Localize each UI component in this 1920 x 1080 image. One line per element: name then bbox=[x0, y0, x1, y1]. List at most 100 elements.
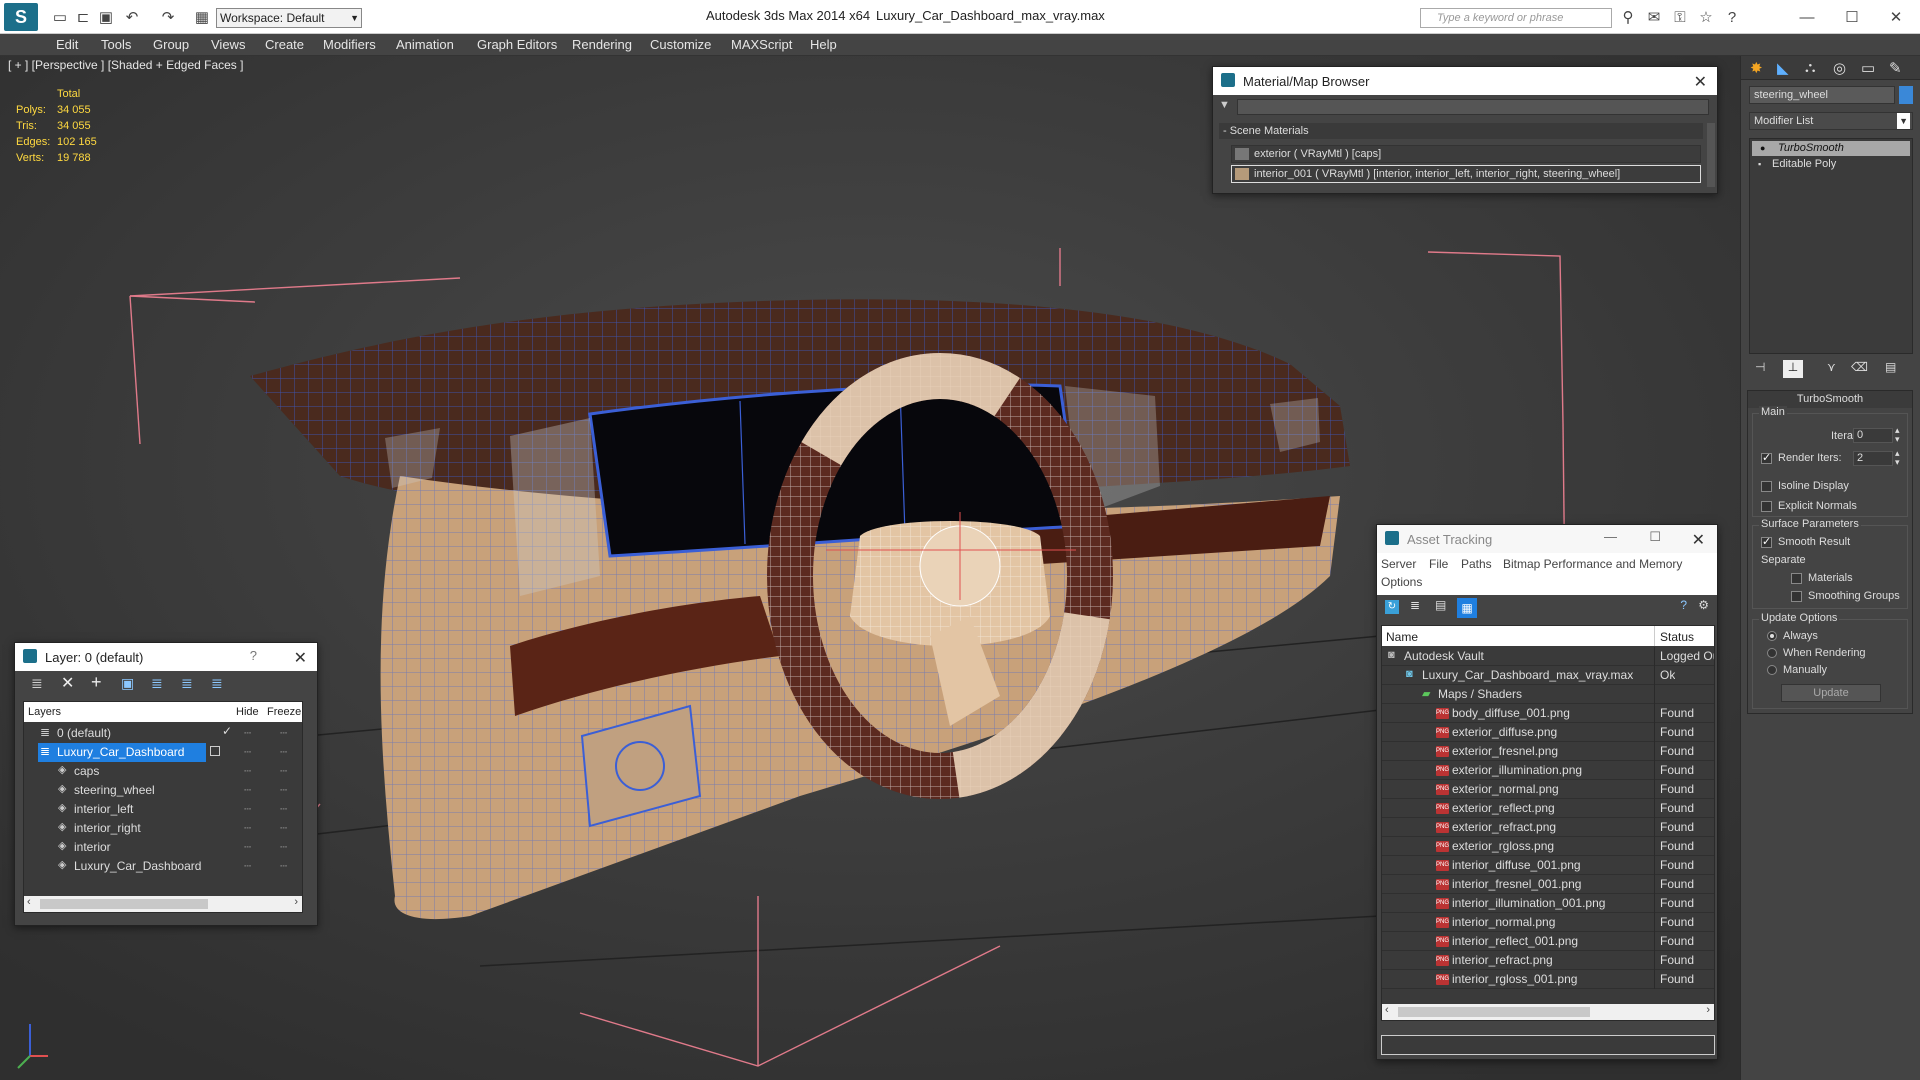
help-button[interactable]: ? bbox=[250, 648, 257, 663]
render-iters-spinner[interactable]: 2 bbox=[1853, 451, 1893, 466]
asset-row[interactable]: PNG interior_rgloss_001.png Found bbox=[1382, 970, 1714, 989]
filter-icon[interactable]: ▼ bbox=[1219, 99, 1230, 111]
isoline-checkbox[interactable]: Isoline Display bbox=[1761, 480, 1849, 492]
material-item[interactable]: exterior ( VRayMtl ) [caps] bbox=[1231, 145, 1701, 163]
maximize-icon[interactable]: ☐ bbox=[1842, 7, 1862, 27]
add-to-layer-icon[interactable]: + bbox=[91, 672, 102, 693]
close-icon[interactable]: ✕ bbox=[1692, 530, 1705, 550]
freeze-all-icon[interactable]: ≣ bbox=[211, 675, 223, 692]
asset-menu-server[interactable]: Server bbox=[1381, 557, 1416, 571]
freeze-toggle[interactable]: ┄ bbox=[280, 783, 287, 797]
save-icon[interactable]: ▣ bbox=[96, 7, 116, 27]
column-hide[interactable]: Hide bbox=[236, 706, 259, 718]
asset-row[interactable]: ▰ Maps / Shaders bbox=[1382, 685, 1714, 704]
scroll-right-icon[interactable]: › bbox=[1706, 1004, 1710, 1016]
asset-menu-options[interactable]: Options bbox=[1381, 575, 1422, 589]
layer-horizontal-scrollbar[interactable]: ‹ › bbox=[24, 896, 302, 912]
select-objects-icon[interactable]: ▣ bbox=[121, 675, 134, 692]
freeze-toggle[interactable]: ┄ bbox=[280, 764, 287, 778]
modify-tab-icon[interactable]: ◣ bbox=[1777, 59, 1789, 77]
menu-customize[interactable]: Customize bbox=[650, 37, 711, 52]
undo-icon[interactable]: ↶ bbox=[122, 7, 142, 27]
freeze-toggle[interactable]: ┄ bbox=[280, 859, 287, 873]
asset-row[interactable]: PNG exterior_fresnel.png Found bbox=[1382, 742, 1714, 761]
layer-object-row[interactable]: ◈ Luxury_Car_Dashboard ┄ ┄ bbox=[24, 857, 302, 876]
hide-toggle[interactable]: ┄ bbox=[244, 783, 251, 797]
settings-icon[interactable]: ⚙ bbox=[1698, 598, 1709, 612]
open-file-icon[interactable]: ⊏ bbox=[73, 7, 93, 27]
asset-row[interactable]: PNG exterior_refract.png Found bbox=[1382, 818, 1714, 837]
materials-checkbox[interactable]: Materials bbox=[1791, 572, 1853, 584]
layer-add-icon[interactable] bbox=[210, 746, 220, 756]
asset-row[interactable]: ◙ Luxury_Car_Dashboard_max_vray.max Ok bbox=[1382, 666, 1714, 685]
scene-materials-section[interactable]: - Scene Materials bbox=[1219, 123, 1703, 139]
always-radio[interactable]: Always bbox=[1767, 630, 1818, 642]
material-browser-titlebar[interactable]: Material/Map Browser ✕ bbox=[1213, 67, 1717, 95]
layer-object-row[interactable]: ◈ interior_right ┄ ┄ bbox=[24, 819, 302, 838]
create-layer-icon[interactable]: ≣ bbox=[31, 675, 43, 692]
smoothing-groups-checkbox[interactable]: Smoothing Groups bbox=[1791, 590, 1900, 602]
material-scrollbar[interactable] bbox=[1707, 123, 1715, 187]
freeze-toggle[interactable]: ┄ bbox=[280, 745, 287, 759]
asset-row[interactable]: PNG interior_refract.png Found bbox=[1382, 951, 1714, 970]
render-iters-checkbox[interactable]: Render Iters: bbox=[1761, 451, 1842, 464]
highlight-layer-icon[interactable]: ≣ bbox=[151, 675, 163, 692]
minimize-icon[interactable]: — bbox=[1797, 7, 1817, 27]
spinner-arrows-icon[interactable]: ▴ ▾ bbox=[1895, 449, 1900, 467]
modifier-list-dropdown[interactable]: Modifier List ▼ bbox=[1749, 112, 1913, 130]
menu-group[interactable]: Group bbox=[153, 37, 189, 52]
asset-row[interactable]: PNG body_diffuse_001.png Found bbox=[1382, 704, 1714, 723]
layer-row-selected[interactable]: ≣ Luxury_Car_Dashboard ┄ ┄ bbox=[24, 743, 302, 762]
column-name[interactable]: Name bbox=[1386, 630, 1418, 644]
material-search-input[interactable] bbox=[1237, 99, 1709, 115]
show-end-result-icon[interactable]: ⊥ bbox=[1783, 360, 1803, 378]
remove-modifier-icon[interactable]: ⌫ bbox=[1851, 360, 1868, 374]
scroll-right-icon[interactable]: › bbox=[294, 896, 298, 908]
new-file-icon[interactable]: ▭ bbox=[50, 7, 70, 27]
list-view-icon[interactable]: ≣ bbox=[1410, 598, 1420, 612]
scroll-left-icon[interactable]: ‹ bbox=[27, 896, 31, 908]
asset-horizontal-scrollbar[interactable]: ‹ › bbox=[1382, 1004, 1714, 1020]
hierarchy-tab-icon[interactable]: ⛬ bbox=[1805, 59, 1816, 76]
scroll-thumb[interactable] bbox=[1398, 1007, 1590, 1017]
modifier-editable-poly[interactable]: ▪ Editable Poly bbox=[1752, 157, 1910, 172]
help-icon[interactable]: ? bbox=[1722, 7, 1742, 27]
asset-row[interactable]: PNG interior_reflect_001.png Found bbox=[1382, 932, 1714, 951]
freeze-toggle[interactable]: ┄ bbox=[280, 726, 287, 740]
make-unique-icon[interactable]: ⋎ bbox=[1827, 360, 1836, 374]
create-tab-icon[interactable]: ✸ bbox=[1750, 59, 1763, 77]
column-freeze[interactable]: Freeze bbox=[267, 706, 301, 718]
layer-object-row[interactable]: ◈ steering_wheel ┄ ┄ bbox=[24, 781, 302, 800]
scroll-thumb[interactable] bbox=[40, 899, 208, 909]
favorites-icon[interactable]: ☆ bbox=[1696, 7, 1716, 27]
table-view-icon[interactable]: ▦ bbox=[1457, 598, 1477, 618]
project-folder-icon[interactable]: ▦ bbox=[192, 7, 212, 27]
menu-help[interactable]: Help bbox=[810, 37, 837, 52]
layer-object-row[interactable]: ◈ interior_left ┄ ┄ bbox=[24, 800, 302, 819]
close-icon[interactable]: ✕ bbox=[1886, 7, 1906, 27]
workspace-dropdown[interactable]: Workspace: Default ▼ bbox=[216, 8, 362, 28]
hide-toggle[interactable]: ┄ bbox=[244, 859, 251, 873]
hide-toggle[interactable]: ┄ bbox=[244, 821, 251, 835]
close-icon[interactable]: ✕ bbox=[294, 648, 307, 668]
menu-edit[interactable]: Edit bbox=[56, 37, 78, 52]
object-name-field[interactable]: steering_wheel bbox=[1749, 86, 1895, 104]
delete-layer-icon[interactable]: ✕ bbox=[61, 673, 74, 693]
utilities-tab-icon[interactable]: ✎ bbox=[1889, 59, 1902, 77]
asset-row[interactable]: PNG interior_diffuse_001.png Found bbox=[1382, 856, 1714, 875]
asset-row[interactable]: PNG exterior_diffuse.png Found bbox=[1382, 723, 1714, 742]
asset-row[interactable]: PNG exterior_reflect.png Found bbox=[1382, 799, 1714, 818]
asset-path-field[interactable] bbox=[1381, 1035, 1715, 1055]
maximize-icon[interactable]: ☐ bbox=[1649, 529, 1661, 545]
expand-icon[interactable]: ▪ bbox=[1758, 157, 1761, 172]
close-icon[interactable]: ✕ bbox=[1694, 72, 1707, 92]
modifier-turbosmooth[interactable]: ● TurboSmooth bbox=[1752, 141, 1910, 156]
layer-row[interactable]: ≣ 0 (default) ✓ ┄ ┄ bbox=[24, 724, 302, 743]
configure-sets-icon[interactable]: ▤ bbox=[1885, 360, 1896, 374]
update-button[interactable]: Update bbox=[1781, 684, 1881, 702]
asset-row[interactable]: ◙ Autodesk Vault Logged Ou bbox=[1382, 647, 1714, 666]
column-layers[interactable]: Layers bbox=[28, 706, 61, 718]
asset-tracking-titlebar[interactable]: Asset Tracking — ☐ ✕ bbox=[1377, 525, 1717, 553]
asset-menu-paths[interactable]: Paths bbox=[1461, 557, 1492, 571]
minimize-icon[interactable]: — bbox=[1604, 529, 1617, 544]
